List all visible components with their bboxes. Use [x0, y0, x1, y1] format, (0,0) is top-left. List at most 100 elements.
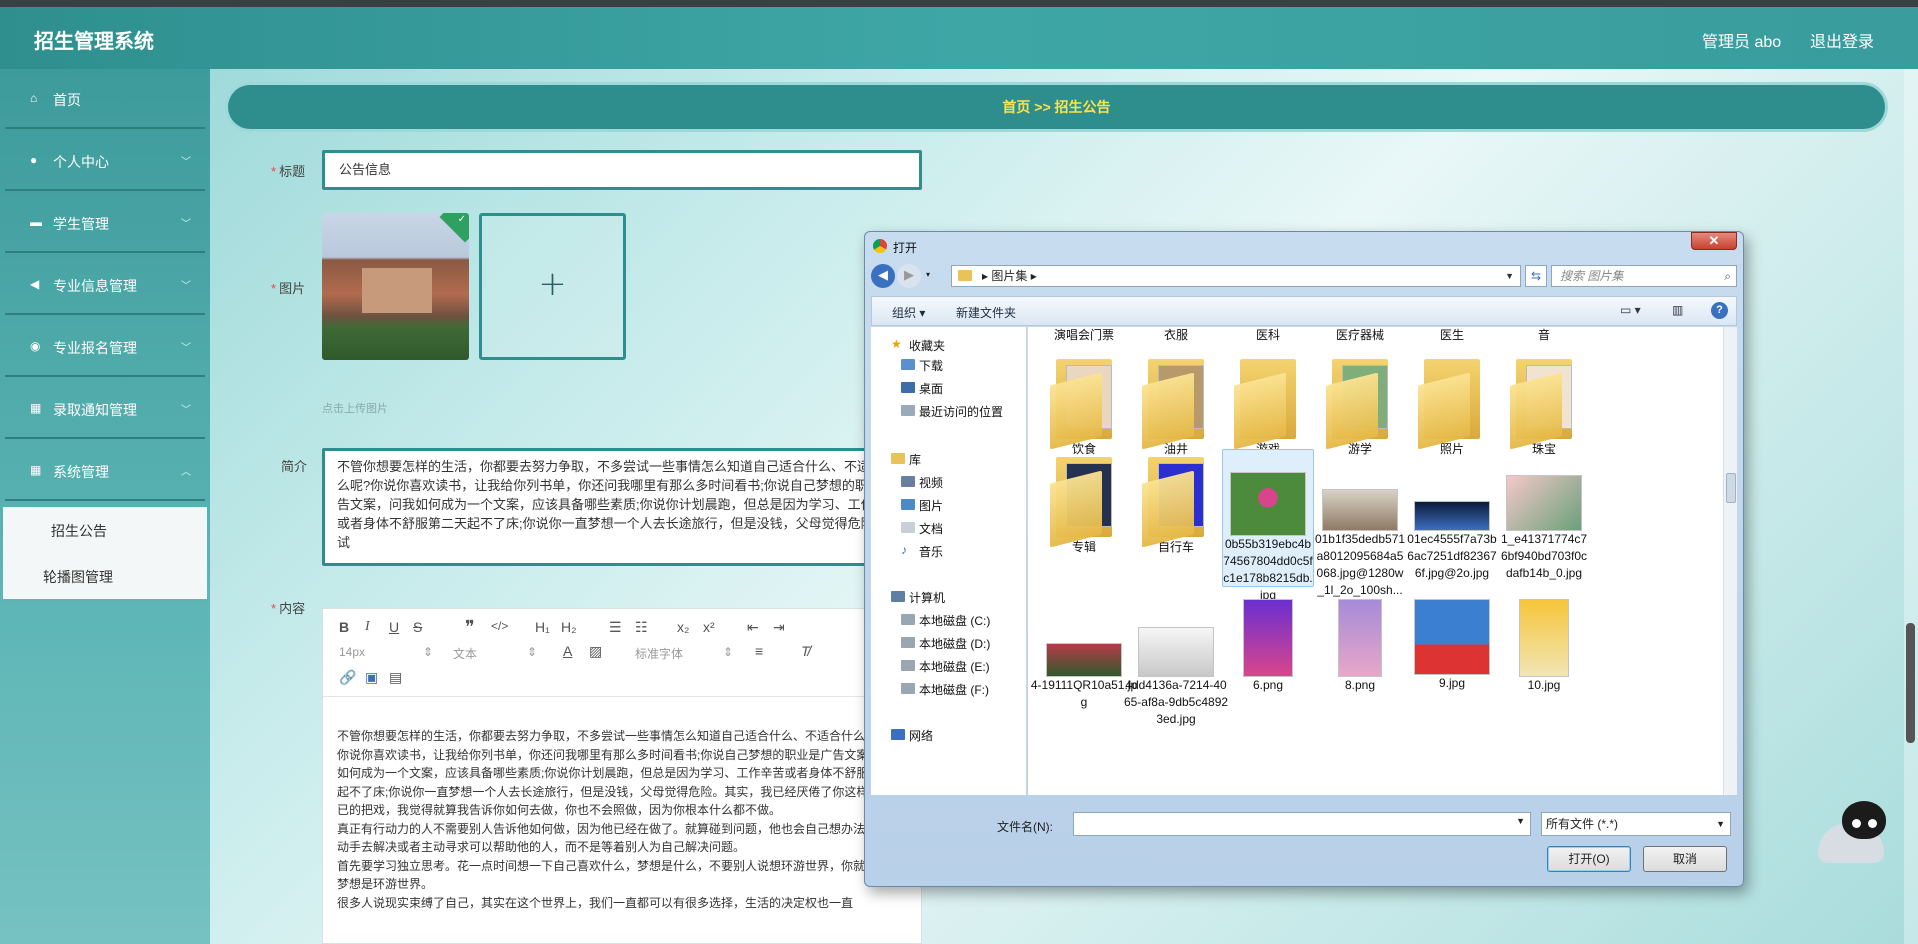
- nav-item-documents[interactable]: 文档: [919, 520, 943, 537]
- nav-item-desktop[interactable]: 桌面: [919, 380, 943, 397]
- page-scrollbar[interactable]: [1904, 69, 1918, 944]
- sidebar-item-admissions[interactable]: ▦ 录取通知管理 ﹀: [5, 379, 205, 439]
- lightbulb-icon: ◉: [30, 339, 41, 353]
- filename-input[interactable]: ▼: [1073, 812, 1531, 836]
- title-input[interactable]: 公告信息: [322, 150, 922, 190]
- open-button[interactable]: 打开(O): [1547, 846, 1631, 872]
- nav-computer[interactable]: 计算机: [909, 589, 945, 606]
- help-icon[interactable]: ?: [1711, 302, 1728, 319]
- intro-textarea[interactable]: 不管你想要怎样的生活，你都要去努力争取，不多尝试一些事情怎么知道自己适合什么、不…: [322, 448, 922, 566]
- chevron-down-icon: ﹀: [181, 219, 191, 230]
- view-options-icon[interactable]: ▭ ▾: [1620, 303, 1641, 317]
- link-icon[interactable]: 🔗: [339, 669, 356, 686]
- folder-icon: [1050, 351, 1118, 450]
- chevron-down-icon: ▼: [1516, 816, 1525, 826]
- sidebar-item-label: 专业信息管理: [53, 278, 137, 294]
- image-icon[interactable]: ▣: [365, 669, 378, 686]
- nav-drive-f[interactable]: 本地磁盘 (F:): [919, 681, 989, 698]
- new-folder-button[interactable]: 新建文件夹: [956, 304, 1016, 321]
- file-item[interactable]: 01ec4555f7a73b6ac7251df823676f.jpg@2o.jp…: [1406, 449, 1498, 582]
- breadcrumb: 首页 >> 招生公告: [228, 85, 1885, 129]
- bullet-list-icon[interactable]: ☷: [635, 619, 648, 636]
- nav-drive-d[interactable]: 本地磁盘 (D:): [919, 635, 990, 652]
- nav-item-downloads[interactable]: 下载: [919, 357, 943, 374]
- submenu-item-announcements[interactable]: 招生公告: [51, 521, 107, 541]
- code-icon[interactable]: </>: [491, 619, 508, 633]
- file-list-scrollbar[interactable]: [1723, 327, 1737, 795]
- heading1-icon[interactable]: H₁: [535, 619, 550, 635]
- network-icon: [891, 729, 905, 740]
- cancel-button[interactable]: 取消: [1643, 846, 1727, 872]
- sidebar-item-system[interactable]: ▦ 系统管理 ︿: [5, 441, 205, 501]
- filetype-select[interactable]: 所有文件 (*.*) ▼: [1541, 812, 1731, 836]
- nav-item-videos[interactable]: 视频: [919, 474, 943, 491]
- star-icon: ★: [891, 337, 902, 351]
- sidebar-item-students[interactable]: ▬ 学生管理 ﹀: [5, 193, 205, 253]
- grid-icon: ▦: [30, 463, 42, 477]
- nav-libraries[interactable]: 库: [909, 451, 921, 468]
- text-style-select[interactable]: 文本: [453, 645, 477, 662]
- submenu-item-carousel[interactable]: 轮播图管理: [43, 567, 113, 587]
- quote-icon[interactable]: ❞: [465, 617, 475, 638]
- editor-content[interactable]: 不管你想要怎样的生活，你都要去努力争取，不多尝试一些事情怎么知道自己适合什么、不…: [337, 727, 907, 937]
- nav-drive-c[interactable]: 本地磁盘 (C:): [919, 612, 990, 629]
- recent-locations-dropdown[interactable]: ▾: [921, 264, 935, 288]
- folder-item[interactable]: 音: [1490, 327, 1598, 344]
- search-input[interactable]: 搜索 图片集 ⌕: [1551, 265, 1737, 287]
- chevron-updown-icon: ⇕: [723, 645, 734, 659]
- font-family-select[interactable]: 标准字体: [635, 645, 683, 662]
- organize-button[interactable]: 组织 ▾: [892, 304, 925, 321]
- nav-favorites[interactable]: 收藏夹: [909, 337, 945, 354]
- folder-item[interactable]: 自行车: [1122, 449, 1230, 556]
- indent-icon[interactable]: ⇥: [773, 619, 785, 636]
- mascot-widget[interactable]: [1808, 795, 1918, 865]
- address-bar[interactable]: ▸ 图片集 ▸ ▼: [951, 265, 1521, 287]
- bold-icon[interactable]: B: [339, 619, 349, 635]
- uploaded-image-thumbnail[interactable]: ✓: [322, 213, 469, 360]
- superscript-icon[interactable]: x²: [703, 619, 715, 635]
- nav-item-pictures[interactable]: 图片: [919, 497, 943, 514]
- file-item[interactable]: 10.jpg: [1490, 599, 1598, 694]
- video-icon[interactable]: ▤: [389, 669, 402, 686]
- sidebar-item-home[interactable]: ⌂ 首页: [5, 69, 205, 129]
- image-thumbnail: [1506, 475, 1582, 531]
- chevron-down-icon: ﹀: [181, 281, 191, 292]
- refresh-button[interactable]: ⇆: [1525, 265, 1547, 287]
- nav-drive-e[interactable]: 本地磁盘 (E:): [919, 658, 990, 675]
- ordered-list-icon[interactable]: ☰: [609, 619, 622, 636]
- back-button[interactable]: ◀: [871, 264, 895, 288]
- admin-user[interactable]: 管理员 abo: [1702, 28, 1781, 52]
- sidebar-item-enrollment[interactable]: ◉ 专业报名管理 ﹀: [5, 317, 205, 377]
- upload-image-button[interactable]: +: [479, 213, 626, 360]
- sidebar-item-personal[interactable]: ● 个人中心 ﹀: [5, 131, 205, 191]
- drive-icon: [901, 614, 915, 625]
- forward-button[interactable]: ▶: [897, 264, 921, 288]
- preview-pane-icon[interactable]: ▥: [1672, 303, 1683, 317]
- folder-item[interactable]: 珠宝: [1490, 351, 1598, 458]
- intro-label: 简介: [281, 459, 308, 474]
- clear-format-icon[interactable]: T̸: [801, 643, 810, 659]
- nav-item-music[interactable]: 音乐: [919, 543, 943, 560]
- background-color-icon[interactable]: ▨: [589, 643, 602, 660]
- heading2-icon[interactable]: H₂: [561, 619, 577, 635]
- sidebar-item-majors[interactable]: ◀ 专业信息管理 ﹀: [5, 255, 205, 315]
- outdent-icon[interactable]: ⇤: [747, 619, 759, 636]
- close-button[interactable]: ✕: [1691, 232, 1737, 250]
- font-size-select[interactable]: 14px: [339, 645, 365, 659]
- nav-network[interactable]: 网络: [909, 727, 933, 744]
- subscript-icon[interactable]: x₂: [677, 619, 689, 635]
- italic-icon[interactable]: I: [365, 619, 370, 635]
- file-item[interactable]: 1_e41371774c76bf940bd703f0cdafb14b_0.jpg: [1498, 449, 1590, 582]
- sidebar-item-label: 首页: [53, 92, 81, 108]
- file-item-selected[interactable]: 0b55b319ebc4b74567804dd0c5fc1e178b8215db…: [1222, 449, 1314, 602]
- underline-icon[interactable]: U: [389, 619, 399, 635]
- font-color-icon[interactable]: A: [563, 643, 572, 659]
- content-paragraph: 你说你喜欢读书，让我给你列书单，你还问我哪里有那么多时间看书;你说自己梦想的职业…: [337, 747, 905, 818]
- strikethrough-icon[interactable]: S: [413, 619, 422, 635]
- nav-item-recent[interactable]: 最近访问的位置: [919, 403, 1003, 420]
- plus-icon: +: [538, 264, 567, 304]
- logout-link[interactable]: 退出登录: [1810, 28, 1874, 52]
- system-submenu: 招生公告 轮播图管理: [3, 507, 207, 599]
- file-item[interactable]: 01b1f35dedb571a8012095684a5068.jpg@1280w…: [1314, 449, 1406, 599]
- align-icon[interactable]: ≡: [755, 643, 763, 659]
